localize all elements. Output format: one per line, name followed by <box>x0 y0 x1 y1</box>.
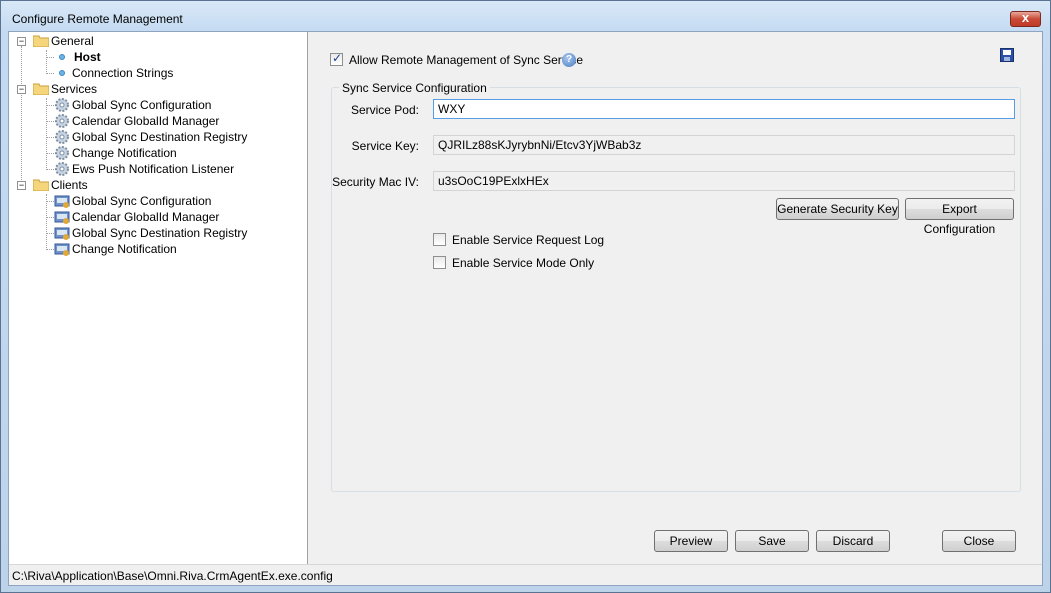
enable-service-mode-only-label: Enable Service Mode Only <box>452 256 595 270</box>
status-bar: C:\Riva\Application\Base\Omni.Riva.CrmAg… <box>9 564 1042 585</box>
save-button[interactable]: Save <box>735 530 809 552</box>
security-mac-iv-field[interactable]: u3sOoC19PExlxHEx <box>433 171 1015 191</box>
tree-line <box>21 46 22 186</box>
tree-line <box>46 201 54 202</box>
gear-icon <box>55 130 69 144</box>
bullet-icon <box>59 54 65 60</box>
title-bar[interactable]: Configure Remote Management x <box>1 1 1050 31</box>
tree-line <box>46 153 54 154</box>
allow-remote-management-label: Allow Remote Management of Sync Service <box>349 53 584 67</box>
tree-item-label: Change Notification <box>72 146 177 160</box>
tree-line <box>46 249 54 250</box>
service-pod-label: Service Pod: <box>350 103 419 117</box>
tree-item-label: Change Notification <box>72 242 177 256</box>
bullet-icon <box>59 70 65 76</box>
enable-service-request-log-checkbox[interactable] <box>433 233 446 246</box>
gear-icon <box>55 114 69 128</box>
close-button[interactable]: Close <box>942 530 1016 552</box>
folder-icon <box>33 83 49 95</box>
gear-icon <box>55 146 69 160</box>
configure-remote-management-window: Configure Remote Management x − General … <box>0 0 1051 593</box>
tree-item-label: Global Sync Destination Registry <box>72 130 248 144</box>
tree-item-label: Calendar GlobalId Manager <box>72 210 220 224</box>
gear-icon <box>55 98 69 112</box>
client-icon <box>54 195 70 208</box>
gear-icon <box>55 162 69 176</box>
tree-item-label: Calendar GlobalId Manager <box>72 114 220 128</box>
save-icon[interactable] <box>1000 48 1014 62</box>
window-title: Configure Remote Management <box>12 12 183 26</box>
tree-line <box>46 194 47 250</box>
tree-item-label: Connection Strings <box>72 66 174 80</box>
tree-line <box>46 73 54 74</box>
tree-item-label: Ews Push Notification Listener <box>72 162 235 176</box>
tree-line <box>46 98 47 170</box>
tree-group-label: Clients <box>51 178 88 192</box>
discard-button[interactable]: Discard <box>816 530 890 552</box>
window-close-button[interactable]: x <box>1010 10 1041 27</box>
tree-line <box>46 121 54 122</box>
folder-icon <box>33 35 49 47</box>
tree-line <box>46 50 47 74</box>
host-settings-panel: Allow Remote Management of Sync Service … <box>309 32 1042 564</box>
navigation-tree: − General Host Connection Strings − Serv… <box>9 32 308 564</box>
preview-button[interactable]: Preview <box>654 530 728 552</box>
folder-icon <box>33 179 49 191</box>
group-title: Sync Service Configuration <box>339 81 490 95</box>
tree-item-label: Global Sync Configuration <box>72 98 212 112</box>
tree-item-label: Global Sync Configuration <box>72 194 212 208</box>
service-pod-input[interactable]: WXY <box>433 99 1015 119</box>
help-icon[interactable]: ? <box>562 53 576 67</box>
expander-services[interactable]: − <box>17 85 26 94</box>
service-key-field[interactable]: QJRILz88sKJyrybnNi/Etcv3YjWBab3z <box>433 135 1015 155</box>
expander-general[interactable]: − <box>17 37 26 46</box>
security-mac-iv-label: Security Mac IV: <box>332 175 419 189</box>
tree-group-label: Services <box>51 82 98 96</box>
enable-service-request-log-label: Enable Service Request Log <box>452 233 605 247</box>
expander-clients[interactable]: − <box>17 181 26 190</box>
export-configuration-button[interactable]: Export Configuration <box>905 198 1014 236</box>
tree-line <box>46 233 54 234</box>
tree-item-label: Host <box>74 50 101 64</box>
tree-line <box>46 217 54 218</box>
tree-item-label: Global Sync Destination Registry <box>72 226 248 240</box>
service-key-label: Service Key: <box>351 139 419 153</box>
tree-line <box>46 137 54 138</box>
tree-line <box>46 105 54 106</box>
tree-line <box>46 57 54 58</box>
client-icon <box>54 211 70 224</box>
enable-service-mode-only-checkbox[interactable] <box>433 256 446 269</box>
tree-line <box>46 169 54 170</box>
client-icon <box>54 227 70 240</box>
client-icon <box>54 243 70 256</box>
close-icon: x <box>1021 10 1030 25</box>
generate-security-key-button[interactable]: Generate Security Key <box>776 198 899 220</box>
tree-group-label: General <box>51 34 94 48</box>
allow-remote-management-checkbox[interactable] <box>330 51 343 66</box>
client-area: − General Host Connection Strings − Serv… <box>8 31 1043 586</box>
config-file-path: C:\Riva\Application\Base\Omni.Riva.CrmAg… <box>12 569 333 583</box>
